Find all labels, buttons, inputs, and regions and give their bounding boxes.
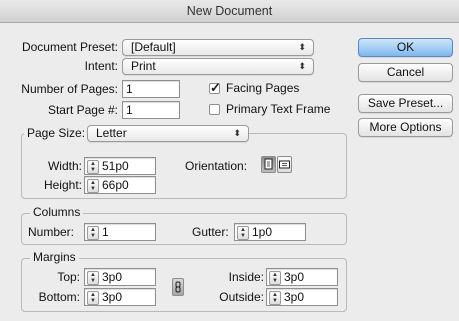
new-document-dialog: New Document Document Preset: [Default] … xyxy=(0,0,459,321)
stepper-icon[interactable]: ▲ ▼ xyxy=(87,179,99,193)
height-field[interactable]: ▲ ▼ 66p0 xyxy=(84,176,156,194)
cancel-button[interactable]: Cancel xyxy=(358,63,453,82)
more-options-button[interactable]: More Options xyxy=(358,118,453,137)
primary-text-frame-label: Primary Text Frame xyxy=(226,102,331,116)
stepper-icon[interactable]: ▲ ▼ xyxy=(87,226,99,240)
margin-bottom-value: 3p0 xyxy=(102,290,123,304)
stepper-icon[interactable]: ▲ ▼ xyxy=(269,291,281,305)
intent-value: Print xyxy=(131,59,156,73)
gutter-value: 1p0 xyxy=(252,225,273,239)
orientation-label: Orientation: xyxy=(185,159,248,173)
intent-label: Intent: xyxy=(84,59,118,73)
intent-select[interactable]: Print ⬍ xyxy=(122,58,314,75)
save-preset-button[interactable]: Save Preset... xyxy=(358,94,453,113)
height-label: Height: xyxy=(43,178,82,192)
width-label: Width: xyxy=(47,159,82,173)
stepper-icon[interactable]: ▲ ▼ xyxy=(87,291,99,305)
stepper-icon[interactable]: ▲ ▼ xyxy=(269,271,281,285)
number-of-pages-label: Number of Pages: xyxy=(21,82,118,96)
columns-number-field[interactable]: ▲ ▼ 1 xyxy=(84,223,156,241)
height-value: 66p0 xyxy=(102,178,129,192)
width-value: 51p0 xyxy=(102,159,129,173)
margin-inside-field[interactable]: ▲ ▼ 3p0 xyxy=(266,268,338,286)
stepper-icon[interactable]: ▲ ▼ xyxy=(87,271,99,285)
number-of-pages-field[interactable]: 1 xyxy=(122,80,180,98)
primary-text-frame-checkbox[interactable] xyxy=(209,104,220,115)
margin-outside-value: 3p0 xyxy=(284,290,305,304)
stepper-icon[interactable]: ▲ ▼ xyxy=(87,160,99,174)
columns-number-label: Number: xyxy=(28,225,75,239)
document-preset-value: [Default] xyxy=(131,40,176,54)
margin-top-field[interactable]: ▲ ▼ 3p0 xyxy=(84,268,156,286)
width-field[interactable]: ▲ ▼ 51p0 xyxy=(84,157,156,175)
margin-inside-value: 3p0 xyxy=(284,270,305,284)
select-arrows-icon: ⬍ xyxy=(233,128,241,138)
portrait-orientation-icon[interactable] xyxy=(261,156,276,173)
start-page-label: Start Page #: xyxy=(47,103,118,117)
page-size-value: Letter xyxy=(96,126,127,140)
select-arrows-icon: ⬍ xyxy=(298,61,306,71)
document-preset-select[interactable]: [Default] ⬍ xyxy=(122,39,314,56)
stepper-icon[interactable]: ▲ ▼ xyxy=(237,226,249,240)
page-size-label: Page Size: xyxy=(24,126,89,140)
ok-button[interactable]: OK xyxy=(358,38,453,57)
gutter-field[interactable]: ▲ ▼ 1p0 xyxy=(234,223,306,241)
margin-outside-label: Outside: xyxy=(219,290,264,304)
facing-pages-checkbox[interactable] xyxy=(209,80,221,96)
columns-number-value: 1 xyxy=(102,225,109,239)
page-size-select[interactable]: Letter ⬍ xyxy=(87,125,249,142)
landscape-orientation-icon[interactable] xyxy=(277,156,292,173)
margin-bottom-field[interactable]: ▲ ▼ 3p0 xyxy=(84,288,156,306)
margin-top-value: 3p0 xyxy=(102,270,123,284)
document-preset-label: Document Preset: xyxy=(21,40,118,54)
margin-inside-label: Inside: xyxy=(228,270,264,284)
margin-top-label: Top: xyxy=(57,270,80,284)
window-title: New Document xyxy=(0,0,459,23)
start-page-field[interactable]: 1 xyxy=(122,101,180,119)
select-arrows-icon: ⬍ xyxy=(298,42,306,52)
margin-bottom-label: Bottom: xyxy=(38,290,80,304)
margin-outside-field[interactable]: ▲ ▼ 3p0 xyxy=(266,288,338,306)
facing-pages-label: Facing Pages xyxy=(226,81,300,95)
margins-legend: Margins xyxy=(30,250,79,264)
chain-link-icon[interactable] xyxy=(172,278,184,296)
gutter-label: Gutter: xyxy=(192,225,229,239)
columns-legend: Columns xyxy=(30,205,84,219)
